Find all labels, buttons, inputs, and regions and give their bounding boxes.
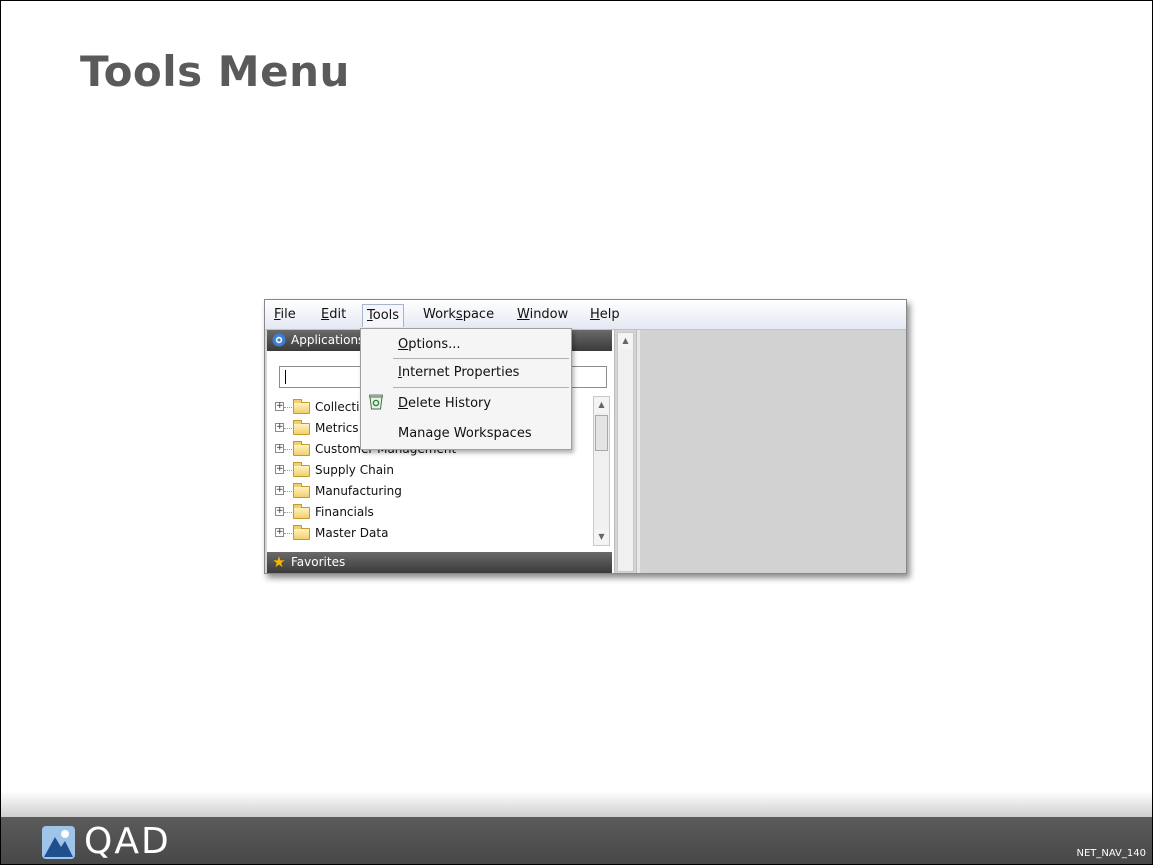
splitter[interactable] [636, 330, 640, 573]
favorites-header[interactable]: ★ Favorites [267, 552, 612, 573]
scroll-down-arrow-icon[interactable]: ▼ [594, 529, 609, 545]
expand-icon[interactable]: + [275, 465, 284, 474]
expand-icon[interactable]: + [275, 423, 284, 432]
scroll-up-arrow-icon[interactable]: ▲ [594, 397, 609, 413]
folder-icon [293, 420, 310, 435]
workspace-area [641, 330, 906, 573]
footer-bar [1, 817, 1152, 864]
menu-file[interactable]: File [274, 307, 296, 322]
applications-header-label: Applications [291, 333, 365, 347]
gear-icon [271, 332, 287, 348]
menu-edit[interactable]: Edit [321, 307, 346, 322]
recycle-bin-icon [367, 393, 385, 411]
menu-window[interactable]: Window [517, 307, 568, 322]
slide: Tools Menu File Edit Tools Workspace Win… [0, 0, 1153, 865]
folder-icon [293, 462, 310, 477]
scroll-thumb[interactable] [595, 415, 608, 451]
footer-fade [1, 791, 1152, 817]
qad-logo-text: QAD [84, 821, 171, 862]
menu-item-manage-workspaces[interactable]: Manage Workspaces [398, 426, 532, 441]
menu-item-internet-properties[interactable]: Internet Properties [398, 365, 519, 380]
menu-separator [393, 358, 569, 359]
menu-item-delete-history[interactable]: Delete History [398, 396, 491, 411]
tools-dropdown-menu: Options... Internet Properties Delete Hi… [360, 328, 572, 450]
expand-icon[interactable]: + [275, 528, 284, 537]
menu-tools[interactable]: Tools [362, 304, 405, 327]
slide-title: Tools Menu [80, 47, 350, 96]
favorites-header-label: Favorites [291, 555, 346, 569]
text-caret [285, 370, 286, 384]
folder-icon [293, 504, 310, 519]
menu-workspace[interactable]: Workspace [423, 307, 494, 322]
expand-icon[interactable]: + [275, 486, 284, 495]
tree-item-manufacturing[interactable]: + Manufacturing [275, 481, 591, 502]
menu-separator [393, 387, 569, 388]
folder-icon [293, 483, 310, 498]
menu-help[interactable]: Help [590, 307, 620, 322]
tree-scrollbar[interactable]: ▲ ▼ [593, 396, 610, 546]
star-icon: ★ [272, 553, 286, 571]
expand-icon[interactable]: + [275, 402, 284, 411]
pane-scrollbar[interactable]: ▲ [617, 332, 634, 572]
folder-icon [293, 399, 310, 414]
slide-code: NET_NAV_140 [1076, 848, 1146, 859]
menu-bar: File Edit Tools Workspace Window Help [265, 300, 906, 330]
tree-item-supply-chain[interactable]: + Supply Chain [275, 460, 591, 481]
tree-item-master-data[interactable]: + Master Data [275, 523, 591, 543]
expand-icon[interactable]: + [275, 507, 284, 516]
tree-item-financials[interactable]: + Financials [275, 502, 591, 523]
scroll-up-arrow-icon[interactable]: ▲ [618, 333, 633, 349]
expand-icon[interactable]: + [275, 444, 284, 453]
menu-item-options[interactable]: Options... [398, 337, 461, 352]
folder-icon [293, 525, 310, 540]
qad-logo-icon [41, 825, 76, 860]
folder-icon [293, 441, 310, 456]
